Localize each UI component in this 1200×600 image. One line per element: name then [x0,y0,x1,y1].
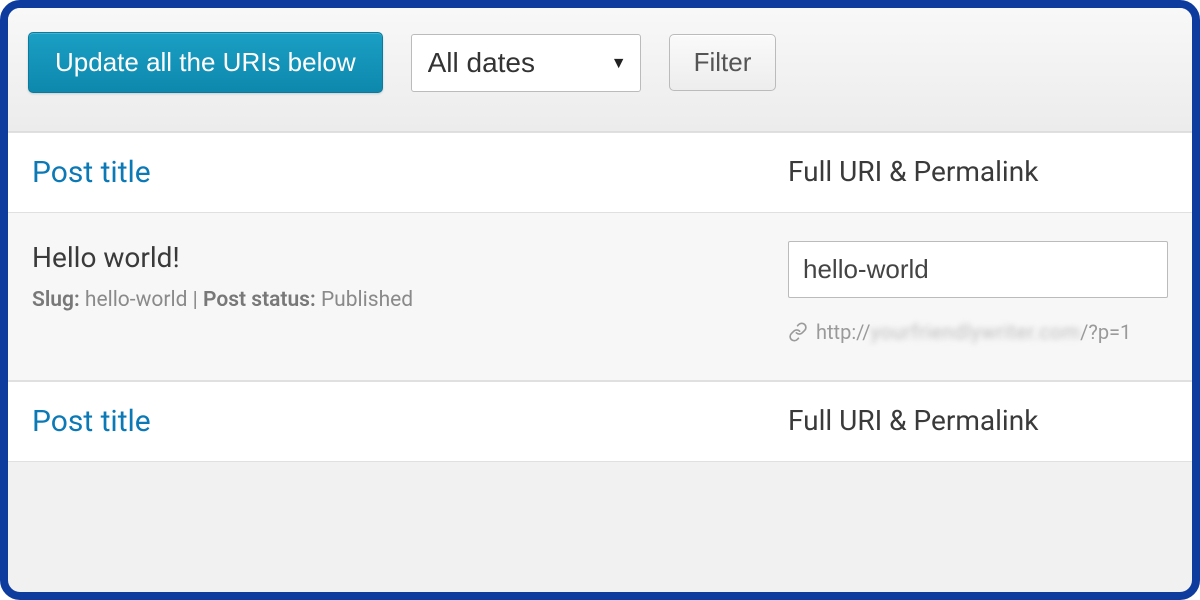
update-uris-button[interactable]: Update all the URIs below [28,32,383,93]
date-filter-select[interactable]: All dates ▼ [411,34,641,92]
date-filter-dropdown[interactable]: All dates [411,34,641,92]
post-title-text: Hello world! [32,241,788,274]
column-footer-post-title[interactable]: Post title [32,404,788,439]
table-row: Hello world! Slug: hello-world | Post st… [8,213,1192,381]
uri-cell: http://yourfriendlywriter.com/?p=1 [788,241,1168,344]
slug-label: Slug: [32,288,80,312]
post-meta-line: Slug: hello-world | Post status: Publish… [32,288,788,312]
column-header-post-title[interactable]: Post title [32,155,788,190]
permalink-suffix: /?p=1 [1080,320,1131,344]
post-title-cell: Hello world! Slug: hello-world | Post st… [32,241,788,344]
slug-value: hello-world [85,288,188,312]
status-value: Published [321,288,413,312]
table-footer-row: Post title Full URI & Permalink [8,381,1192,462]
screenshot-frame: Update all the URIs below All dates ▼ Fi… [0,0,1200,600]
column-header-uri: Full URI & Permalink [788,155,1168,190]
permalink-domain-redacted: yourfriendlywriter.com [871,320,1081,344]
meta-separator: | [193,288,203,312]
posts-table: Post title Full URI & Permalink Hello wo… [8,132,1192,462]
toolbar: Update all the URIs below All dates ▼ Fi… [8,8,1192,132]
permalink-preview: http://yourfriendlywriter.com/?p=1 [788,320,1168,344]
column-footer-uri: Full URI & Permalink [788,404,1168,439]
permalink-text: http://yourfriendlywriter.com/?p=1 [816,320,1131,344]
filter-button[interactable]: Filter [669,34,777,91]
status-label: Post status: [203,288,316,312]
permalink-slug-input[interactable] [788,241,1168,298]
table-header-row: Post title Full URI & Permalink [8,132,1192,213]
permalink-prefix: http:// [816,320,871,344]
link-icon [788,322,808,342]
